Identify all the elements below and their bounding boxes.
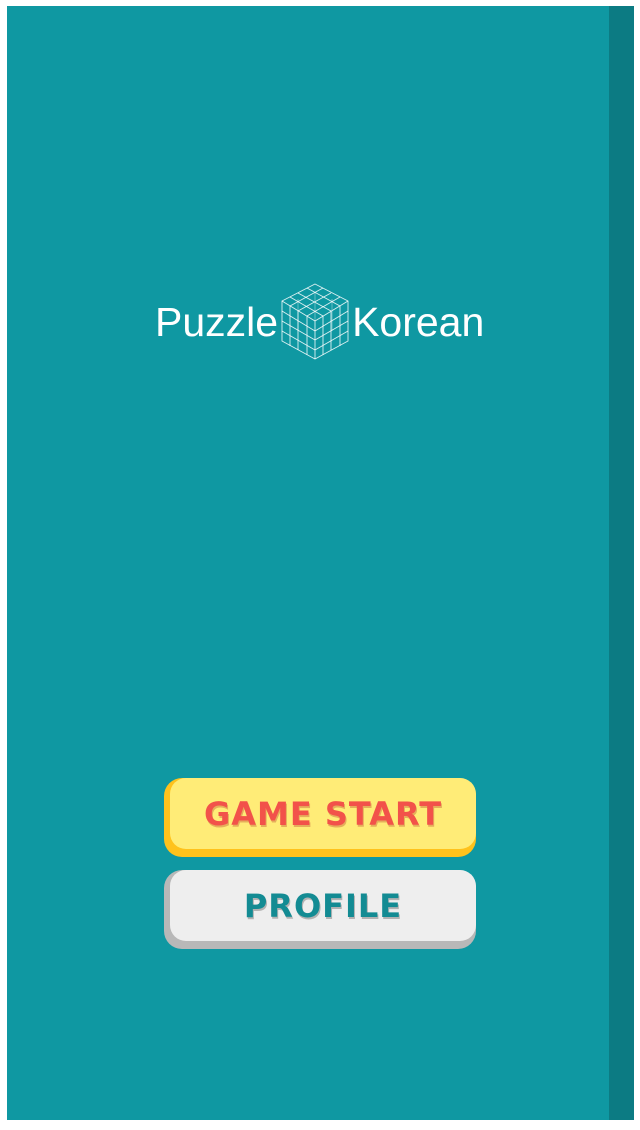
game-start-button-face[interactable]: GAME START [170,778,476,849]
app-logo: Puzzle Korean [155,276,484,368]
logo-word-korean: Korean [352,298,485,345]
profile-button-face[interactable]: PROFILE [170,870,476,941]
screen-edge-shadow [609,6,634,1120]
profile-label: PROFILE [243,886,403,925]
profile-button[interactable]: PROFILE [164,870,476,949]
logo-word-puzzle: Puzzle [155,298,279,345]
game-start-label: GAME START [203,794,443,833]
app-screen: Puzzle Korean GAME START PROFILE [7,6,634,1120]
game-start-button[interactable]: GAME START [164,778,476,857]
wireframe-cube-icon [281,283,349,360]
